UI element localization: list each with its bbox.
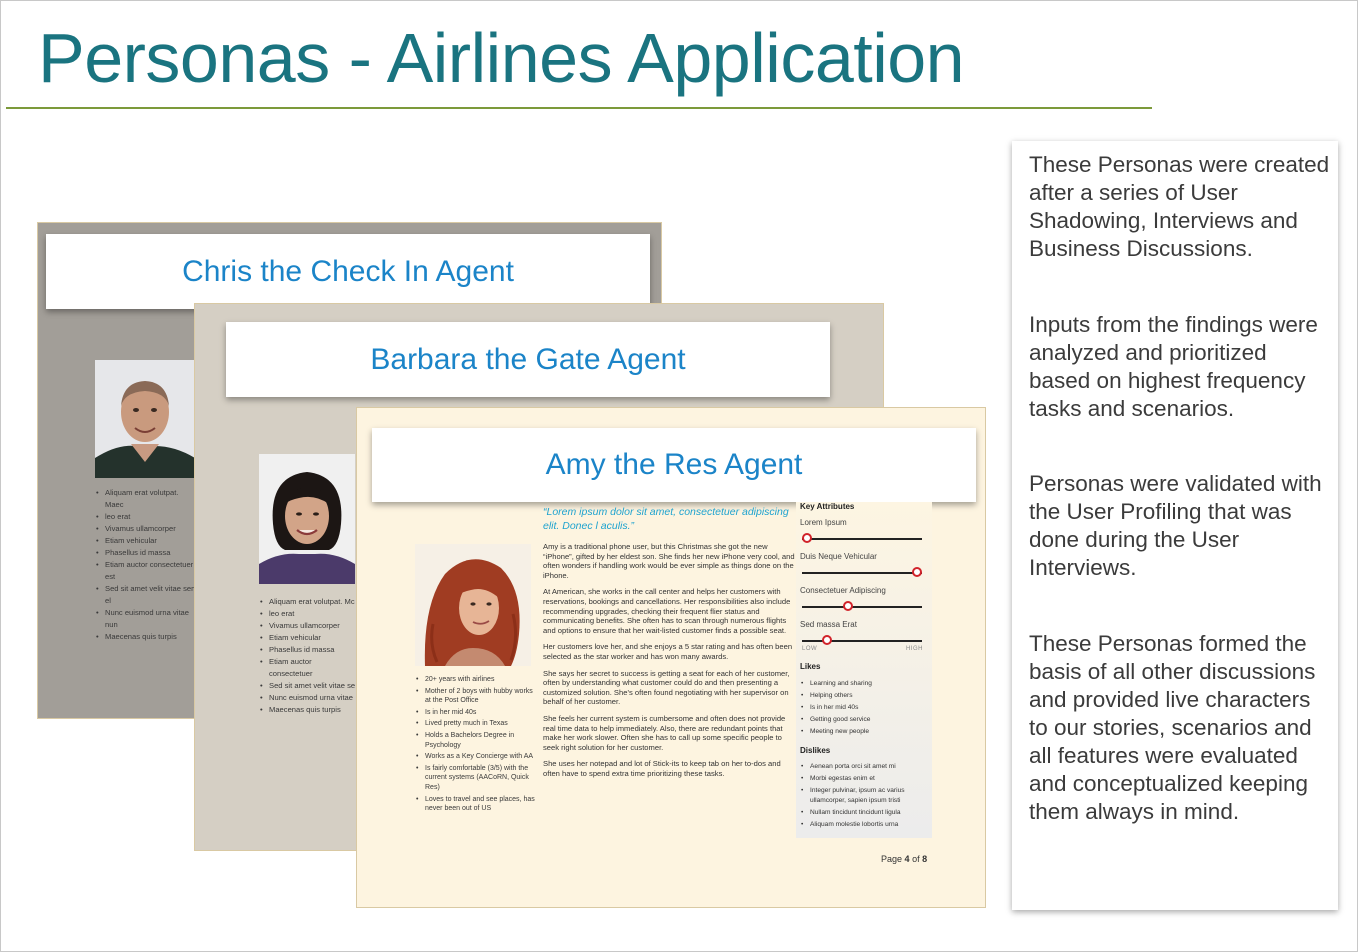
- page-of: of: [912, 854, 920, 864]
- list-item-continued: leo erat: [259, 608, 357, 620]
- list-item: Maecenas quis turpis: [95, 631, 199, 643]
- scale-high-label: HIGH: [906, 646, 923, 652]
- narrative-paragraph: She feels her current system is cumberso…: [543, 713, 786, 752]
- narrative-paragraph: Amy is a traditional phone user, but thi…: [543, 542, 795, 580]
- attribute-label: Sed massa Erat: [800, 620, 857, 629]
- attribute-slider-knob: [801, 533, 812, 543]
- note-paragraph: Personas were validated with the User Pr…: [1029, 471, 1322, 580]
- dislikes-heading: Dislikes: [800, 746, 831, 755]
- list-item: Integer pulvinar, ipsum ac varius ullamc…: [800, 786, 930, 806]
- list-item: Meeting new people: [800, 726, 930, 738]
- list-item: Etiam auctor consectetuer: [259, 656, 357, 680]
- list-item: Aenean porta orci sit amet mi: [800, 762, 930, 772]
- list-item: Aliquam erat volutpat. Maec: [95, 487, 199, 511]
- list-item: Morbi egestas enim et: [800, 774, 930, 784]
- attribute-track: [802, 640, 922, 642]
- portrait-amy: [415, 544, 531, 666]
- narrative-paragraph: Her customers love her, and she enjoys a…: [543, 642, 793, 661]
- attribute-slider-knob: [912, 567, 923, 577]
- list-item: Aliquam erat volutpat. Mc: [259, 596, 357, 608]
- page-current: 4: [904, 854, 910, 864]
- scale-low-label: LOW: [802, 646, 818, 652]
- narrative-paragraph: She uses her notepad and lot of Stick-it…: [543, 759, 781, 778]
- list-item: Mother of 2 boys with hubby works at the…: [415, 687, 539, 706]
- list-item-continued: leo erat: [95, 511, 199, 523]
- attribute-track: [802, 538, 922, 540]
- list-item: Works as a Key Concierge with AA: [415, 752, 539, 762]
- list-item: Phasellus id massa: [95, 547, 199, 559]
- persona-narrative: Amy is a traditional phone user, but thi…: [543, 542, 795, 785]
- key-attributes-heading: Key Attributes: [800, 502, 855, 511]
- attribute-slider-knob: [822, 635, 833, 645]
- amy-facts-list: 20+ years with airlines Mother of 2 boys…: [415, 675, 539, 816]
- note-paragraph: These Personas were created after a seri…: [1029, 152, 1330, 261]
- list-item: Lived pretty much in Texas: [415, 719, 539, 729]
- attribute-label: Consectetuer Adipiscing: [800, 586, 886, 595]
- dislikes-list: Aenean porta orci sit amet mi Morbi eges…: [800, 762, 930, 832]
- persona-quote: “Lorem ipsum dolor sit amet, consectetue…: [543, 506, 789, 532]
- list-item-text: leo erat: [269, 609, 295, 618]
- likes-heading: Likes: [800, 662, 821, 671]
- list-item: Maecenas quis turpis: [259, 704, 357, 716]
- list-item: Is in her mid 40s: [800, 702, 930, 714]
- slide-title: Personas - Airlines Application: [38, 19, 965, 97]
- list-item: Etiam vehicular: [95, 535, 199, 547]
- note-paragraph: Inputs from the findings were analyzed a…: [1029, 312, 1318, 421]
- attribute-label: Duis Neque Vehicular: [800, 552, 877, 561]
- persona-name-barbara: Barbara the Gate Agent: [226, 322, 830, 397]
- attribute-track: [802, 606, 922, 608]
- attribute-label: Lorem Ipsum: [800, 518, 847, 527]
- list-item: Nunc euismod urna vitae: [259, 692, 357, 704]
- list-item: Vivamus ullamcorper: [259, 620, 357, 632]
- barbara-bullet-list: Aliquam erat volutpat. Mc leo erat Vivam…: [259, 596, 357, 716]
- title-divider: [6, 107, 1152, 109]
- persona-name-amy: Amy the Res Agent: [372, 428, 976, 502]
- list-item: Nunc euismod urna vitae nun: [95, 607, 199, 631]
- portrait-chris-image: [95, 360, 195, 478]
- notes-panel: These Personas were created after a seri…: [1012, 141, 1338, 910]
- list-item: Etiam auctor consectetuer est: [95, 559, 199, 583]
- portrait-barbara-image: [259, 454, 355, 584]
- likes-list: Learning and sharing Helping others Is i…: [800, 678, 930, 738]
- page-indicator: Page 4 of 8: [881, 854, 927, 864]
- list-item: Aliquam molestie lobortis urna: [800, 820, 930, 830]
- portrait-chris: [95, 360, 195, 478]
- list-item: Helping others: [800, 690, 930, 702]
- list-item: Sed sit amet velit vitae se: [259, 680, 357, 692]
- list-item-text: leo erat: [105, 512, 131, 521]
- list-item: Is fairly comfortable (3/5) with the cur…: [415, 764, 539, 793]
- list-item: Nullam tincidunt tincidunt ligula: [800, 808, 930, 818]
- list-item: Phasellus id massa: [259, 644, 357, 656]
- persona-name-chris: Chris the Check In Agent: [46, 234, 650, 309]
- list-item: Learning and sharing: [800, 678, 930, 690]
- attributes-panel: Key Attributes Lorem Ipsum Duis Neque Ve…: [796, 502, 932, 838]
- page-prefix: Page: [881, 854, 903, 864]
- list-item: Is in her mid 40s: [415, 708, 539, 718]
- list-item: Sed sit amet velit vitae sem el: [95, 583, 199, 607]
- narrative-paragraph: She says her secret to success is gettin…: [543, 668, 790, 707]
- page-total: 8: [922, 854, 928, 864]
- list-item: Etiam vehicular: [259, 632, 357, 644]
- chris-bullet-list: Aliquam erat volutpat. Maec leo erat Viv…: [95, 487, 199, 643]
- narrative-paragraph: At American, she works in the call cente…: [543, 587, 791, 635]
- attribute-track: [802, 572, 922, 574]
- note-paragraph: These Personas formed the basis of all o…: [1029, 631, 1316, 824]
- attribute-slider-knob: [842, 601, 853, 611]
- list-item: Vivamus ullamcorper: [95, 523, 199, 535]
- persona-card-amy: Amy the Res Agent 20+ years with airline…: [356, 407, 986, 908]
- list-item: Getting good service: [800, 714, 930, 726]
- list-item: 20+ years with airlines: [415, 675, 539, 685]
- list-item: Holds a Bachelors Degree in Psychology: [415, 731, 539, 750]
- list-item: Loves to travel and see places, has neve…: [415, 795, 539, 814]
- portrait-amy-image: [415, 544, 531, 666]
- portrait-barbara: [259, 454, 355, 584]
